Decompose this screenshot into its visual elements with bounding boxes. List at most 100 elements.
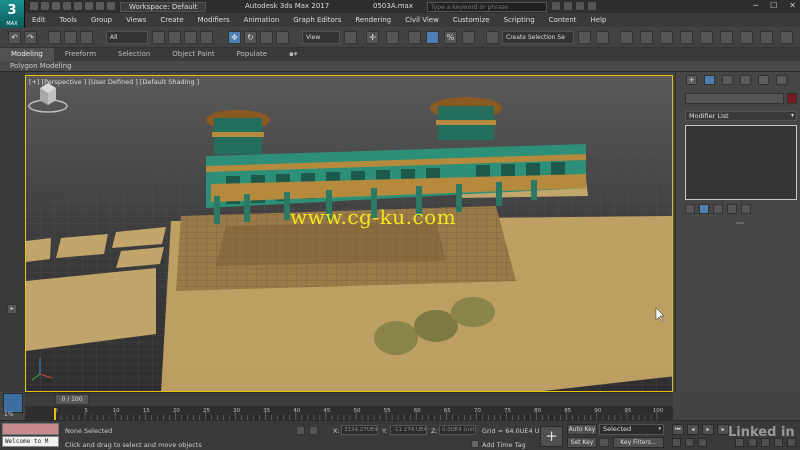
modifier-list-dropdown[interactable]: Modifier List ▾ bbox=[685, 111, 797, 121]
selection-set-dropdown[interactable]: Selected ▾ bbox=[599, 424, 664, 435]
utilities-tab-icon[interactable] bbox=[776, 75, 787, 85]
select-by-name-icon[interactable] bbox=[168, 31, 181, 44]
expand-layout-icon[interactable]: ▸ bbox=[7, 304, 17, 314]
menu-modifiers[interactable]: Modifiers bbox=[191, 13, 237, 27]
panel-divider[interactable] bbox=[736, 222, 744, 224]
go-to-start-icon[interactable]: ⏮ bbox=[672, 424, 684, 435]
modify-tab-icon[interactable] bbox=[704, 75, 715, 85]
remove-modifier-icon[interactable] bbox=[727, 204, 737, 214]
menu-help[interactable]: Help bbox=[584, 13, 614, 27]
create-tab-icon[interactable]: + bbox=[686, 75, 697, 85]
play-icon[interactable]: ▸ bbox=[702, 424, 714, 435]
perspective-viewport[interactable]: [+] [Perspective ] [User Defined ] [Defa… bbox=[25, 75, 673, 392]
tab-selection[interactable]: Selection bbox=[107, 48, 161, 61]
configure-sets-icon[interactable] bbox=[741, 204, 751, 214]
object-color-swatch[interactable] bbox=[787, 93, 797, 104]
scene-explorer-icon[interactable] bbox=[620, 31, 633, 44]
options-icon[interactable] bbox=[107, 2, 115, 10]
close-button[interactable]: ✕ bbox=[789, 1, 796, 10]
auto-key-button[interactable]: Auto Key bbox=[567, 424, 597, 435]
y-coordinate-field[interactable]: -11.274 UE4 bbox=[390, 425, 427, 435]
render-setup-icon[interactable] bbox=[740, 31, 753, 44]
save-icon[interactable] bbox=[52, 2, 60, 10]
dropdown-icon[interactable] bbox=[96, 2, 104, 10]
render-production-icon[interactable] bbox=[780, 31, 793, 44]
select-scale-icon[interactable] bbox=[260, 31, 273, 44]
menu-scripting[interactable]: Scripting bbox=[497, 13, 542, 27]
orbit-icon[interactable] bbox=[787, 438, 796, 447]
spinner-snap-icon[interactable] bbox=[462, 31, 475, 44]
select-place-icon[interactable] bbox=[276, 31, 289, 44]
user-icon[interactable] bbox=[564, 2, 572, 10]
search-icon[interactable] bbox=[552, 2, 560, 10]
material-editor-icon[interactable] bbox=[720, 31, 733, 44]
ribbon-options-icon[interactable]: ▪▾ bbox=[278, 48, 308, 61]
menu-animation[interactable]: Animation bbox=[237, 13, 287, 27]
schematic-view-icon[interactable] bbox=[700, 31, 713, 44]
time-slider-handle[interactable]: 0 / 100 bbox=[55, 394, 89, 405]
unlink-icon[interactable] bbox=[64, 31, 77, 44]
select-rotate-icon[interactable]: ↻ bbox=[244, 31, 257, 44]
search-input[interactable] bbox=[427, 2, 547, 12]
view-cube-icon[interactable] bbox=[26, 76, 70, 116]
menu-edit[interactable]: Edit bbox=[25, 13, 53, 27]
workspace-dropdown[interactable]: Workspace: Default bbox=[120, 2, 206, 12]
display-tab-icon[interactable] bbox=[758, 75, 769, 85]
help-icon[interactable] bbox=[588, 2, 596, 10]
bind-space-warp-icon[interactable] bbox=[80, 31, 93, 44]
undo-icon[interactable] bbox=[63, 2, 71, 10]
key-mode-icon[interactable] bbox=[672, 438, 681, 447]
minimize-button[interactable]: ─ bbox=[753, 1, 758, 10]
undo-icon[interactable]: ↶ bbox=[8, 31, 21, 44]
menu-customize[interactable]: Customize bbox=[446, 13, 497, 27]
pin-stack-icon[interactable] bbox=[685, 204, 695, 214]
rectangular-selection-icon[interactable] bbox=[184, 31, 197, 44]
tab-object-paint[interactable]: Object Paint bbox=[161, 48, 225, 61]
layer-explorer-icon[interactable] bbox=[640, 31, 653, 44]
add-time-tag-button[interactable]: Add Time Tag bbox=[482, 441, 526, 449]
zoom-icon[interactable] bbox=[735, 438, 744, 447]
isolate-selection-icon[interactable] bbox=[309, 426, 318, 435]
exchange-icon[interactable] bbox=[576, 2, 584, 10]
menu-tools[interactable]: Tools bbox=[53, 13, 84, 27]
set-key-button[interactable]: Set Key bbox=[567, 437, 597, 448]
redo-icon[interactable] bbox=[74, 2, 82, 10]
track-bar[interactable]: 0510152025303540455055606570758085909510… bbox=[25, 406, 673, 420]
menu-views[interactable]: Views bbox=[119, 13, 153, 27]
maxscript-listener-output[interactable] bbox=[2, 423, 59, 435]
pan-icon[interactable] bbox=[774, 438, 783, 447]
motion-tab-icon[interactable] bbox=[740, 75, 751, 85]
window-crossing-icon[interactable] bbox=[200, 31, 213, 44]
maxscript-mini-listener[interactable]: Welcome to M bbox=[2, 436, 59, 447]
curve-editor-icon[interactable] bbox=[680, 31, 693, 44]
selection-filter-dropdown[interactable]: All bbox=[106, 31, 148, 44]
timeline-toggle-button[interactable] bbox=[3, 393, 23, 413]
select-move-icon[interactable]: ✥ bbox=[228, 31, 241, 44]
key-filters-button[interactable]: Key Filters... bbox=[613, 437, 664, 448]
named-selection-dropdown[interactable]: Create Selection Se bbox=[502, 31, 574, 44]
hierarchy-tab-icon[interactable] bbox=[722, 75, 733, 85]
open-icon[interactable] bbox=[41, 2, 49, 10]
ribbon-toggle-icon[interactable] bbox=[660, 31, 673, 44]
default-in-out-tangents-icon[interactable] bbox=[599, 438, 609, 447]
modifier-stack[interactable] bbox=[685, 125, 797, 200]
project-folder-icon[interactable] bbox=[85, 2, 93, 10]
align-icon[interactable] bbox=[596, 31, 609, 44]
menu-graph-editors[interactable]: Graph Editors bbox=[286, 13, 348, 27]
tab-freeform[interactable]: Freeform bbox=[54, 48, 107, 61]
menu-civil-view[interactable]: Civil View bbox=[398, 13, 446, 27]
make-unique-icon[interactable] bbox=[713, 204, 723, 214]
tab-populate[interactable]: Populate bbox=[226, 48, 278, 61]
mirror-icon[interactable] bbox=[578, 31, 591, 44]
keyboard-shortcut-override-icon[interactable] bbox=[386, 31, 399, 44]
percent-snap-icon[interactable]: % bbox=[444, 31, 457, 44]
reference-coordinate-dropdown[interactable]: View bbox=[302, 31, 340, 44]
object-name-field[interactable] bbox=[685, 93, 784, 104]
z-coordinate-field[interactable]: 0.0UE4 Unit bbox=[439, 425, 476, 435]
rendered-frame-icon[interactable] bbox=[760, 31, 773, 44]
app-logo-button[interactable]: 3 MAX bbox=[0, 0, 25, 28]
show-end-result-icon[interactable] bbox=[699, 204, 709, 214]
polygon-modeling-label[interactable]: Polygon Modeling bbox=[10, 62, 72, 71]
edit-named-selection-icon[interactable] bbox=[486, 31, 499, 44]
select-manipulate-icon[interactable]: ✛ bbox=[366, 31, 379, 44]
